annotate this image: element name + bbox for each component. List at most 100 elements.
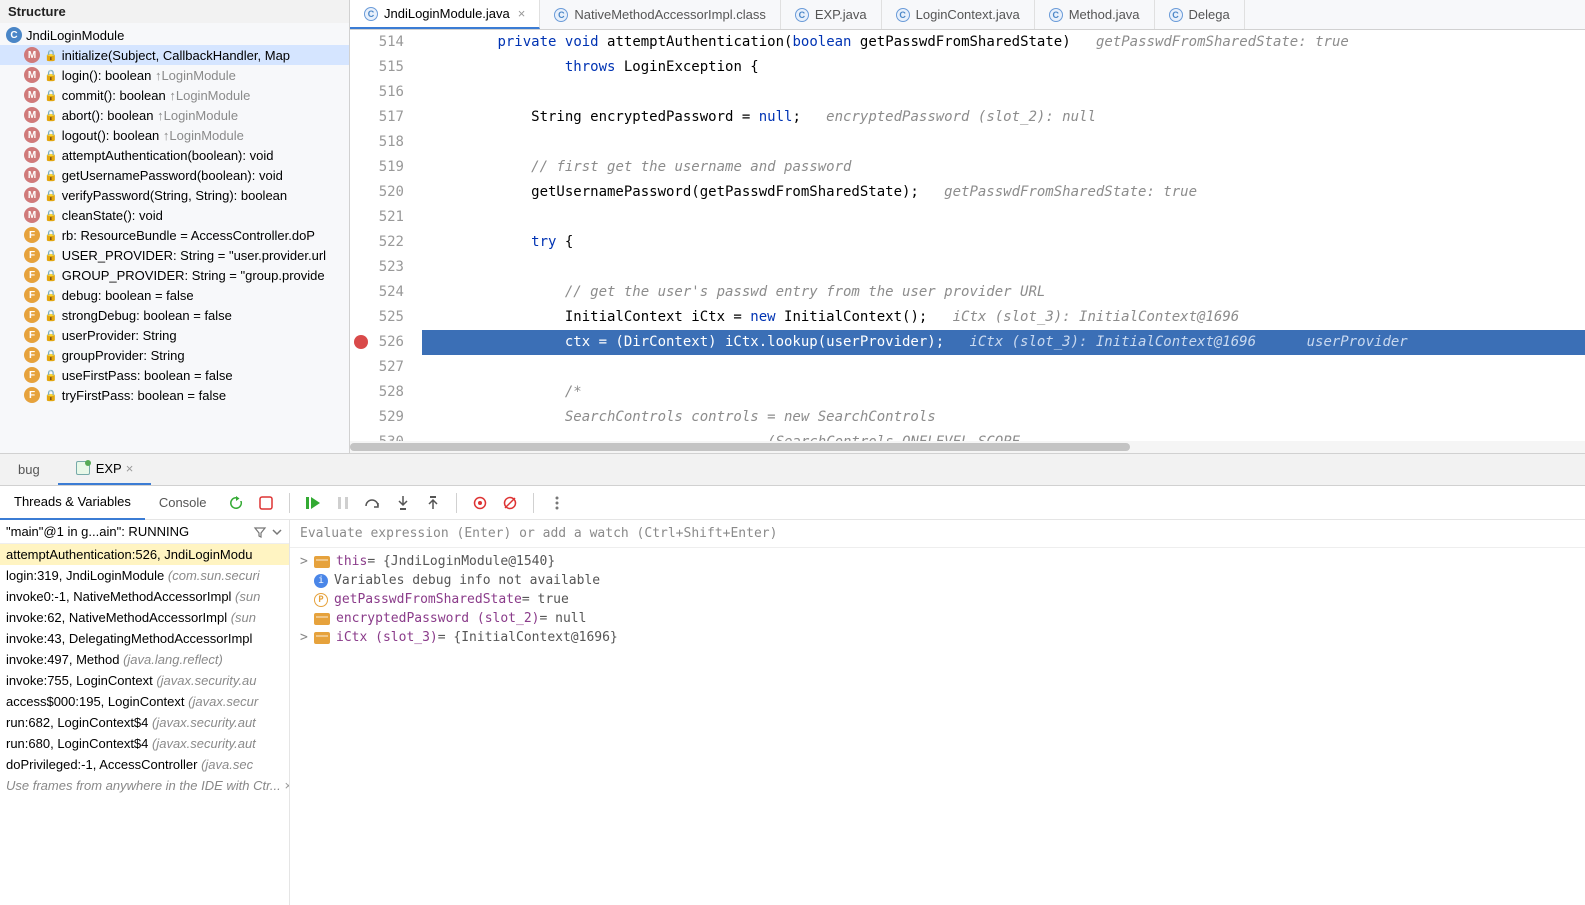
horizontal-scrollbar[interactable] [350,441,1585,453]
line-number[interactable]: 523 [350,255,404,280]
evaluate-input[interactable]: Evaluate expression (Enter) or add a wat… [290,520,1585,548]
stack-frame[interactable]: invoke:755, LoginContext (javax.security… [0,670,289,691]
code-line[interactable] [422,205,1585,230]
mute-breakpoints-button[interactable] [499,492,521,514]
structure-item[interactable]: M🔒abort(): boolean ↑LoginModule [0,105,349,125]
structure-item[interactable]: F🔒USER_PROVIDER: String = "user.provider… [0,245,349,265]
stack-frame[interactable]: invoke:497, Method (java.lang.reflect) [0,649,289,670]
line-number[interactable]: 519 [350,155,404,180]
variable-row[interactable]: encryptedPassword (slot_2) = null [296,609,1579,628]
console-tab[interactable]: Console [145,486,221,520]
variable-row[interactable]: iVariables debug info not available [296,571,1579,590]
structure-item[interactable]: M🔒getUsernamePassword(boolean): void [0,165,349,185]
code-line[interactable]: SearchControls controls = new SearchCont… [422,405,1585,430]
structure-item[interactable]: M🔒verifyPassword(String, String): boolea… [0,185,349,205]
pause-button[interactable] [332,492,354,514]
code-line[interactable]: /* [422,380,1585,405]
code-line[interactable] [422,355,1585,380]
more-button[interactable] [546,492,568,514]
debug-tab-bug[interactable]: bug [0,454,58,486]
step-into-button[interactable] [392,492,414,514]
thread-selector[interactable]: "main"@1 in g...ain": RUNNING [0,520,289,544]
stack-frame[interactable]: invoke:43, DelegatingMethodAccessorImpl [0,628,289,649]
code-area[interactable]: 5145155165175185195205215225235245255265… [350,30,1585,453]
structure-item[interactable]: F🔒useFirstPass: boolean = false [0,365,349,385]
structure-item[interactable]: F🔒tryFirstPass: boolean = false [0,385,349,405]
editor-tab[interactable]: CNativeMethodAccessorImpl.class [540,0,780,29]
structure-item[interactable]: M🔒attemptAuthentication(boolean): void [0,145,349,165]
code-line[interactable]: private void attemptAuthentication(boole… [422,30,1585,55]
stack-frame[interactable]: doPrivileged:-1, AccessController (java.… [0,754,289,775]
stop-button[interactable] [255,492,277,514]
structure-item[interactable]: M🔒cleanState(): void [0,205,349,225]
code-line[interactable]: throws LoginException { [422,55,1585,80]
filter-icon[interactable] [253,525,267,539]
view-breakpoints-button[interactable] [469,492,491,514]
stack-frame[interactable]: invoke0:-1, NativeMethodAccessorImpl (su… [0,586,289,607]
code-line[interactable]: String encryptedPassword = null; encrypt… [422,105,1585,130]
structure-item[interactable]: F🔒strongDebug: boolean = false [0,305,349,325]
structure-item[interactable]: F🔒rb: ResourceBundle = AccessController.… [0,225,349,245]
stack-frame[interactable]: run:682, LoginContext$4 (javax.security.… [0,712,289,733]
structure-item[interactable]: M🔒login(): boolean ↑LoginModule [0,65,349,85]
editor-tab[interactable]: CEXP.java [781,0,882,29]
line-number[interactable]: 522 [350,230,404,255]
line-number[interactable]: 517 [350,105,404,130]
variable-row[interactable]: >iCtx (slot_3) = {InitialContext@1696} [296,628,1579,647]
editor-tab[interactable]: CLoginContext.java [882,0,1035,29]
editor-tab[interactable]: CMethod.java [1035,0,1155,29]
structure-item[interactable]: M🔒commit(): boolean ↑LoginModule [0,85,349,105]
structure-item[interactable]: M🔒initialize(Subject, CallbackHandler, M… [0,45,349,65]
line-number[interactable]: 515 [350,55,404,80]
stack-frame[interactable]: run:680, LoginContext$4 (javax.security.… [0,733,289,754]
editor-tab[interactable]: CDelega [1155,0,1245,29]
expand-arrow[interactable]: > [300,554,314,569]
structure-item[interactable]: F🔒groupProvider: String [0,345,349,365]
close-icon[interactable]: × [126,461,134,476]
breakpoint-icon[interactable] [354,335,368,349]
rerun-button[interactable] [225,492,247,514]
threads-variables-tab[interactable]: Threads & Variables [0,486,145,520]
close-icon[interactable]: × [518,6,526,21]
line-number[interactable]: 518 [350,130,404,155]
variable-row[interactable]: >this = {JndiLoginModule@1540} [296,552,1579,571]
structure-item[interactable]: CJndiLoginModule [0,25,349,45]
line-number[interactable]: 528 [350,380,404,405]
expand-arrow[interactable]: > [300,630,314,645]
resume-button[interactable] [302,492,324,514]
code-line[interactable]: try { [422,230,1585,255]
code-line[interactable]: InitialContext iCtx = new InitialContext… [422,305,1585,330]
method-icon: M [24,207,40,223]
class-file-icon: C [1169,8,1183,22]
step-out-button[interactable] [422,492,444,514]
line-number[interactable]: 521 [350,205,404,230]
code-line[interactable] [422,130,1585,155]
line-number[interactable]: 514 [350,30,404,55]
debug-tab-exp[interactable]: EXP× [58,454,152,486]
line-number[interactable]: 529 [350,405,404,430]
line-number[interactable]: 525 [350,305,404,330]
code-line[interactable]: ctx = (DirContext) iCtx.lookup(userProvi… [422,330,1585,355]
structure-item[interactable]: F🔒userProvider: String [0,325,349,345]
code-line[interactable] [422,80,1585,105]
stack-frame[interactable]: invoke:62, NativeMethodAccessorImpl (sun [0,607,289,628]
code-line[interactable]: getUsernamePassword(getPasswdFromSharedS… [422,180,1585,205]
line-number[interactable]: 524 [350,280,404,305]
stack-frame[interactable]: login:319, JndiLoginModule (com.sun.secu… [0,565,289,586]
line-number[interactable]: 526 [350,330,404,355]
step-over-button[interactable] [362,492,384,514]
code-body[interactable]: private void attemptAuthentication(boole… [422,30,1585,453]
line-number[interactable]: 516 [350,80,404,105]
line-number[interactable]: 527 [350,355,404,380]
structure-item[interactable]: F🔒GROUP_PROVIDER: String = "group.provid… [0,265,349,285]
code-line[interactable]: // first get the username and password [422,155,1585,180]
code-line[interactable] [422,255,1585,280]
stack-frame[interactable]: attemptAuthentication:526, JndiLoginModu [0,544,289,565]
editor-tab[interactable]: CJndiLoginModule.java× [350,0,540,29]
line-number[interactable]: 520 [350,180,404,205]
stack-frame[interactable]: access$000:195, LoginContext (javax.secu… [0,691,289,712]
code-line[interactable]: // get the user's passwd entry from the … [422,280,1585,305]
variable-row[interactable]: PgetPasswdFromSharedState = true [296,590,1579,609]
structure-item[interactable]: F🔒debug: boolean = false [0,285,349,305]
structure-item[interactable]: M🔒logout(): boolean ↑LoginModule [0,125,349,145]
